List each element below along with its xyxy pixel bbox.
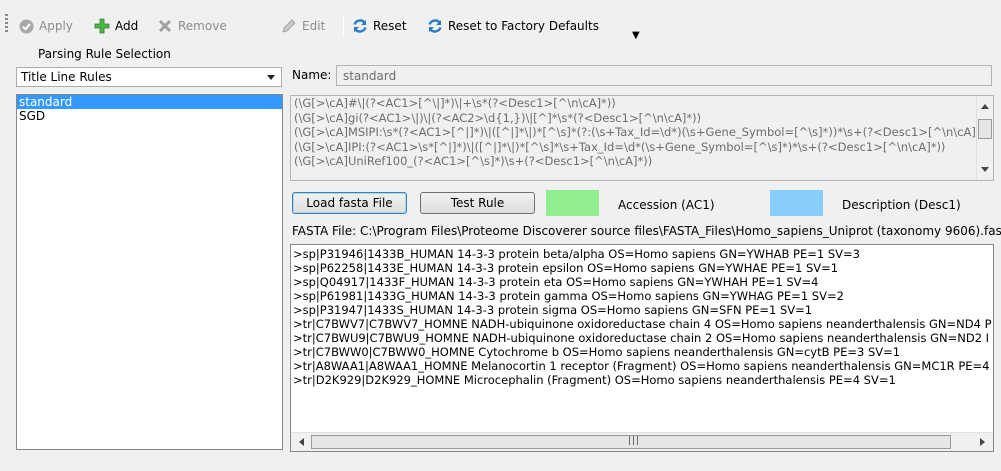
fasta-header-line: >sp|P62258|1433E_HUMAN 14-3-3 protein ep… <box>293 261 839 275</box>
rule-type-value: Title Line Rules <box>21 70 112 84</box>
name-label: Name: <box>292 68 332 82</box>
accession-legend-label: Accession (AC1) <box>618 198 715 212</box>
reset-factory-label: Reset to Factory Defaults <box>448 19 599 33</box>
checkmark-icon <box>18 18 34 34</box>
fasta-file-path: FASTA File: C:\Program Files\Proteome Di… <box>292 224 1001 238</box>
fasta-preview-textbox[interactable]: >sp|P31946|1433B_HUMAN 14-3-3 protein be… <box>290 244 994 452</box>
edit-button[interactable]: Edit <box>281 16 325 36</box>
parsing-rule-selection-label: Parsing Rule Selection <box>38 47 171 61</box>
scroll-right-arrow-icon[interactable] <box>980 438 985 446</box>
regex-textarea[interactable]: (\G[>\cA]#\|(?<AC1>[^\|]*)\|+\s*(?<Desc1… <box>290 95 994 181</box>
fasta-header-line: >tr|A8WAA1|A8WAA1_HOMNE Melanocortin 1 r… <box>293 359 990 373</box>
name-field[interactable]: standard <box>336 65 992 86</box>
pencil-icon <box>281 18 297 34</box>
regex-line: (\G[>\cA]UniRef100_(?<AC1>[^\s]*)\s+(?<D… <box>294 154 653 168</box>
scroll-up-arrow-icon[interactable] <box>981 104 989 109</box>
fasta-header-line: >tr|C7BWU9|C7BWU9_HOMNE NADH-ubiquinone … <box>293 331 990 345</box>
rule-type-select[interactable]: Title Line Rules <box>16 67 282 87</box>
remove-x-icon <box>157 18 173 34</box>
test-rule-button[interactable]: Test Rule <box>420 192 535 214</box>
remove-button[interactable]: Remove <box>157 16 227 36</box>
reset-button[interactable]: Reset <box>352 16 407 36</box>
toolbar-grip[interactable] <box>5 14 8 34</box>
regex-line: (\G[>\cA]IPI:(?<AC1>\s*[^|]*)\|([^|]*\|)… <box>294 139 946 154</box>
edit-label: Edit <box>302 19 326 33</box>
refresh-icon <box>427 18 443 34</box>
reset-factory-defaults-button[interactable]: Reset to Factory Defaults <box>427 16 599 36</box>
plus-icon <box>94 18 110 34</box>
scrollbar-grip-icon: ||| <box>628 436 641 446</box>
description-color-swatch <box>770 190 823 216</box>
scroll-down-arrow-icon[interactable] <box>981 167 989 172</box>
description-legend-label: Description (Desc1) <box>842 198 961 212</box>
regex-line: (\G[>\cA]MSIPI:\s*(?<AC1>[^|]*)\|([^|]*\… <box>294 125 991 139</box>
regex-line: (\G[>\cA]gi(?<AC1>\|)\|(?<AC2>\d{1,})\|[… <box>294 110 702 125</box>
load-fasta-button[interactable]: Load fasta File <box>292 192 407 214</box>
add-label: Add <box>115 19 139 33</box>
fasta-header-line: >sp|Q04917|1433F_HUMAN 14-3-3 protein et… <box>293 275 819 289</box>
refresh-icon <box>352 18 368 34</box>
rule-list-item[interactable]: SGD <box>17 109 282 123</box>
toolbar: Apply Add Remove Edit Reset Reset to Fac… <box>0 0 1001 44</box>
apply-label: Apply <box>39 19 73 33</box>
fasta-header-line: >tr|C7BWW0|C7BWW0_HOMNE Cytochrome b OS=… <box>293 345 901 359</box>
rule-list[interactable]: standard SGD <box>16 94 283 450</box>
toolbar-separator <box>343 15 344 37</box>
reset-label: Reset <box>373 19 407 33</box>
regex-vertical-scrollbar[interactable] <box>976 96 993 180</box>
fasta-header-line: >sp|P61981|1433G_HUMAN 14-3-3 protein ga… <box>293 289 844 303</box>
dropdown-arrow-icon <box>267 75 275 80</box>
scroll-left-arrow-icon[interactable] <box>299 438 304 446</box>
fasta-horizontal-scrollbar[interactable]: ||| <box>291 432 993 451</box>
add-button[interactable]: Add <box>94 16 138 36</box>
fasta-header-line: >sp|P31946|1433B_HUMAN 14-3-3 protein be… <box>293 247 860 261</box>
remove-label: Remove <box>178 19 227 33</box>
toolbar-overflow-chevron-icon[interactable]: ▼ <box>632 30 640 41</box>
fasta-header-line: >tr|D2K929|D2K929_HOMNE Microcephalin (F… <box>293 373 896 387</box>
accession-color-swatch <box>546 190 599 216</box>
apply-button[interactable]: Apply <box>18 16 73 36</box>
rule-list-item[interactable]: standard <box>17 95 282 109</box>
scrollbar-thumb[interactable] <box>978 119 992 139</box>
scrollbar-thumb[interactable]: ||| <box>311 435 951 449</box>
fasta-header-line: >tr|C7BWV7|C7BWV7_HOMNE NADH-ubiquinone … <box>293 317 992 331</box>
fasta-header-line: >sp|P31947|1433S_HUMAN 14-3-3 protein si… <box>293 303 813 317</box>
regex-line: (\G[>\cA]#\|(?<AC1>[^\|]*)\|+\s*(?<Desc1… <box>294 96 616 110</box>
